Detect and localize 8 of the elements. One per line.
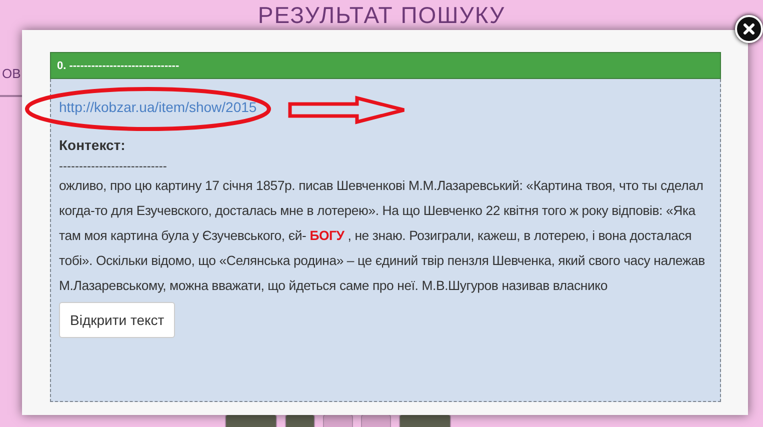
separator-text: --------------------------- — [59, 159, 168, 173]
result-link[interactable]: http://kobzar.ua/item/show/2015 — [59, 99, 257, 115]
page-title: РЕЗУЛЬТАТ ПОШУКУ — [256, 1, 506, 28]
result-header: 0. ------------------------------ — [50, 52, 721, 79]
close-icon[interactable] — [735, 15, 763, 43]
open-text-button[interactable]: Відкрити текст — [59, 302, 176, 338]
context-excerpt: ожливо, про цю картину 17 січня 1857р. писав Шевченкові М.М.Лазаревський: «Картина твоя, что ты сделал когда-то для Езучевского, досталась мне в лотерею». На що Шевченко 22 квітня того ж року відповів: «Яка там моя картина була у Єзучевського, єй- БОГУ , не знаю. Розиграли, кажеш, в лотерею, і вона досталася тобі». Оскільки відомо, що «Селянська родина» – це єдиний твір пензля Шевченка, який свого часу належав М.Лазаревському, можна вважати, що йдеться саме про неї. М.В.Шугуров називав власнико — [59, 177, 706, 295]
context-label: Контекст: — [59, 137, 126, 153]
